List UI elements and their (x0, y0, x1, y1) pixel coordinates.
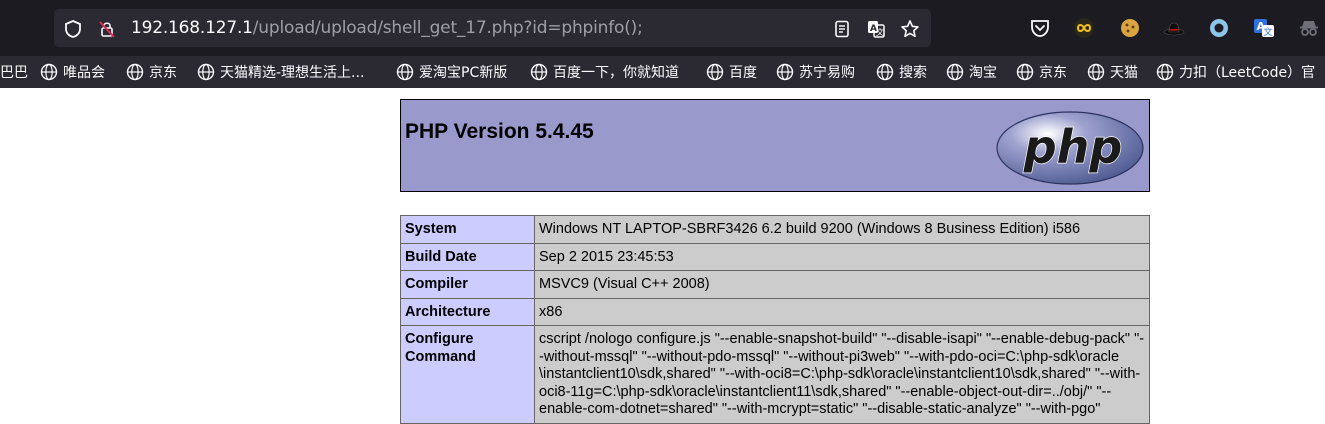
globe-icon (1087, 63, 1105, 81)
row-key: Build Date (400, 242, 535, 271)
page-title: PHP Version 5.4.45 (405, 120, 594, 143)
bookmark-item[interactable]: 百度 (706, 56, 757, 88)
row-value: cscript /nologo configure.js "--enable-s… (534, 325, 1150, 424)
bookmarks-bar: 巴巴 唯品会 京东 天猫精选-理想生活上... 爱淘宝PC新版 百度一下，你就知… (0, 56, 1325, 88)
bookmark-label: 百度一下，你就知道 (553, 65, 679, 81)
translator-extension-icon[interactable]: A 文 (1253, 17, 1275, 39)
globe-icon (396, 63, 414, 81)
table-row: Configure Command cscript /nologo config… (400, 325, 1150, 424)
bookmark-label: 苏宁易购 (799, 65, 855, 81)
phpinfo-table: System Windows NT LAPTOP-SBRF3426 6.2 bu… (400, 215, 1150, 424)
bookmark-label: 京东 (149, 65, 177, 81)
globe-icon (197, 63, 215, 81)
globe-icon (876, 63, 894, 81)
bookmark-label: 淘宝 (969, 65, 997, 81)
url-host: 192.168.127.1 (131, 18, 253, 38)
bookmark-label: 百度 (729, 65, 757, 81)
bookmark-item[interactable]: 唯品会 (40, 56, 105, 88)
row-key: Configure Command (400, 325, 535, 424)
row-value: x86 (534, 297, 1150, 326)
browser-toolbar: 192.168.127.1/upload/upload/shell_get_17… (0, 0, 1325, 56)
row-key: Architecture (400, 297, 535, 326)
row-key: Compiler (400, 270, 535, 299)
globe-icon (706, 63, 724, 81)
globe-icon (776, 63, 794, 81)
bookmark-label: 爱淘宝PC新版 (419, 65, 508, 81)
bookmark-item[interactable]: 爱淘宝PC新版 (396, 56, 507, 88)
incognito-extension-icon[interactable] (1298, 17, 1320, 39)
row-value: MSVC9 (Visual C++ 2008) (534, 270, 1150, 299)
address-bar[interactable]: 192.168.127.1/upload/upload/shell_get_17… (54, 9, 931, 47)
bookmark-label: 天猫精选-理想生活上... (220, 65, 365, 81)
svg-text:文: 文 (1264, 26, 1273, 38)
bookmark-item[interactable]: 天猫 (1087, 56, 1138, 88)
row-value: Sep 2 2015 23:45:53 (534, 242, 1150, 271)
bookmark-label: 搜索 (899, 65, 927, 81)
table-row: Architecture x86 (400, 297, 1150, 326)
bookmark-item[interactable]: 百度一下，你就知道 (530, 56, 679, 88)
cookie-extension-icon[interactable] (1119, 17, 1141, 39)
svg-text:文: 文 (876, 27, 884, 37)
url-text[interactable]: 192.168.127.1/upload/upload/shell_get_17… (131, 9, 643, 47)
table-row: Compiler MSVC9 (Visual C++ 2008) (400, 270, 1150, 299)
globe-icon (530, 63, 548, 81)
globe-icon (40, 63, 58, 81)
bookmark-label: 京东 (1039, 65, 1067, 81)
bookmark-item[interactable]: 淘宝 (946, 56, 997, 88)
reader-view-icon[interactable] (832, 19, 852, 39)
bookmark-item[interactable]: 京东 (1016, 56, 1067, 88)
globe-icon (1016, 63, 1034, 81)
extension-infinity-icon[interactable] (1073, 17, 1095, 39)
bookmark-label: 天猫 (1110, 65, 1138, 81)
pocket-icon[interactable] (1029, 17, 1051, 39)
bookmark-item[interactable]: 苏宁易购 (776, 56, 855, 88)
table-row: System Windows NT LAPTOP-SBRF3426 6.2 bu… (400, 215, 1150, 244)
logo-text: php (1023, 120, 1123, 174)
url-path: /upload/upload/shell_get_17.php?id=phpin… (252, 18, 643, 38)
hat-extension-icon[interactable] (1163, 17, 1185, 39)
php-version-header: PHP Version 5.4.45 php (400, 99, 1150, 192)
globe-icon (1156, 63, 1174, 81)
ring-extension-icon[interactable] (1208, 17, 1230, 39)
bookmark-label: 唯品会 (63, 65, 105, 81)
bookmark-item[interactable]: 力扣（LeetCode）官 (1156, 56, 1315, 88)
globe-icon (946, 63, 964, 81)
bookmark-item[interactable]: 搜索 (876, 56, 927, 88)
bookmark-item[interactable]: 巴巴 (0, 56, 28, 88)
bookmark-item[interactable]: 京东 (126, 56, 177, 88)
bookmark-label: 巴巴 (0, 65, 28, 81)
bookmark-label: 力扣（LeetCode）官 (1179, 65, 1316, 81)
translate-icon[interactable]: A 文 (866, 19, 886, 39)
table-row: Build Date Sep 2 2015 23:45:53 (400, 242, 1150, 271)
bookmark-item[interactable]: 天猫精选-理想生活上... (197, 56, 364, 88)
shield-icon[interactable] (63, 19, 83, 39)
insecure-lock-icon[interactable] (97, 19, 117, 39)
php-logo[interactable]: php (995, 110, 1145, 186)
bookmark-star-icon[interactable] (900, 19, 920, 39)
globe-icon (126, 63, 144, 81)
row-value: Windows NT LAPTOP-SBRF3426 6.2 build 920… (534, 215, 1150, 244)
row-key: System (400, 215, 535, 244)
